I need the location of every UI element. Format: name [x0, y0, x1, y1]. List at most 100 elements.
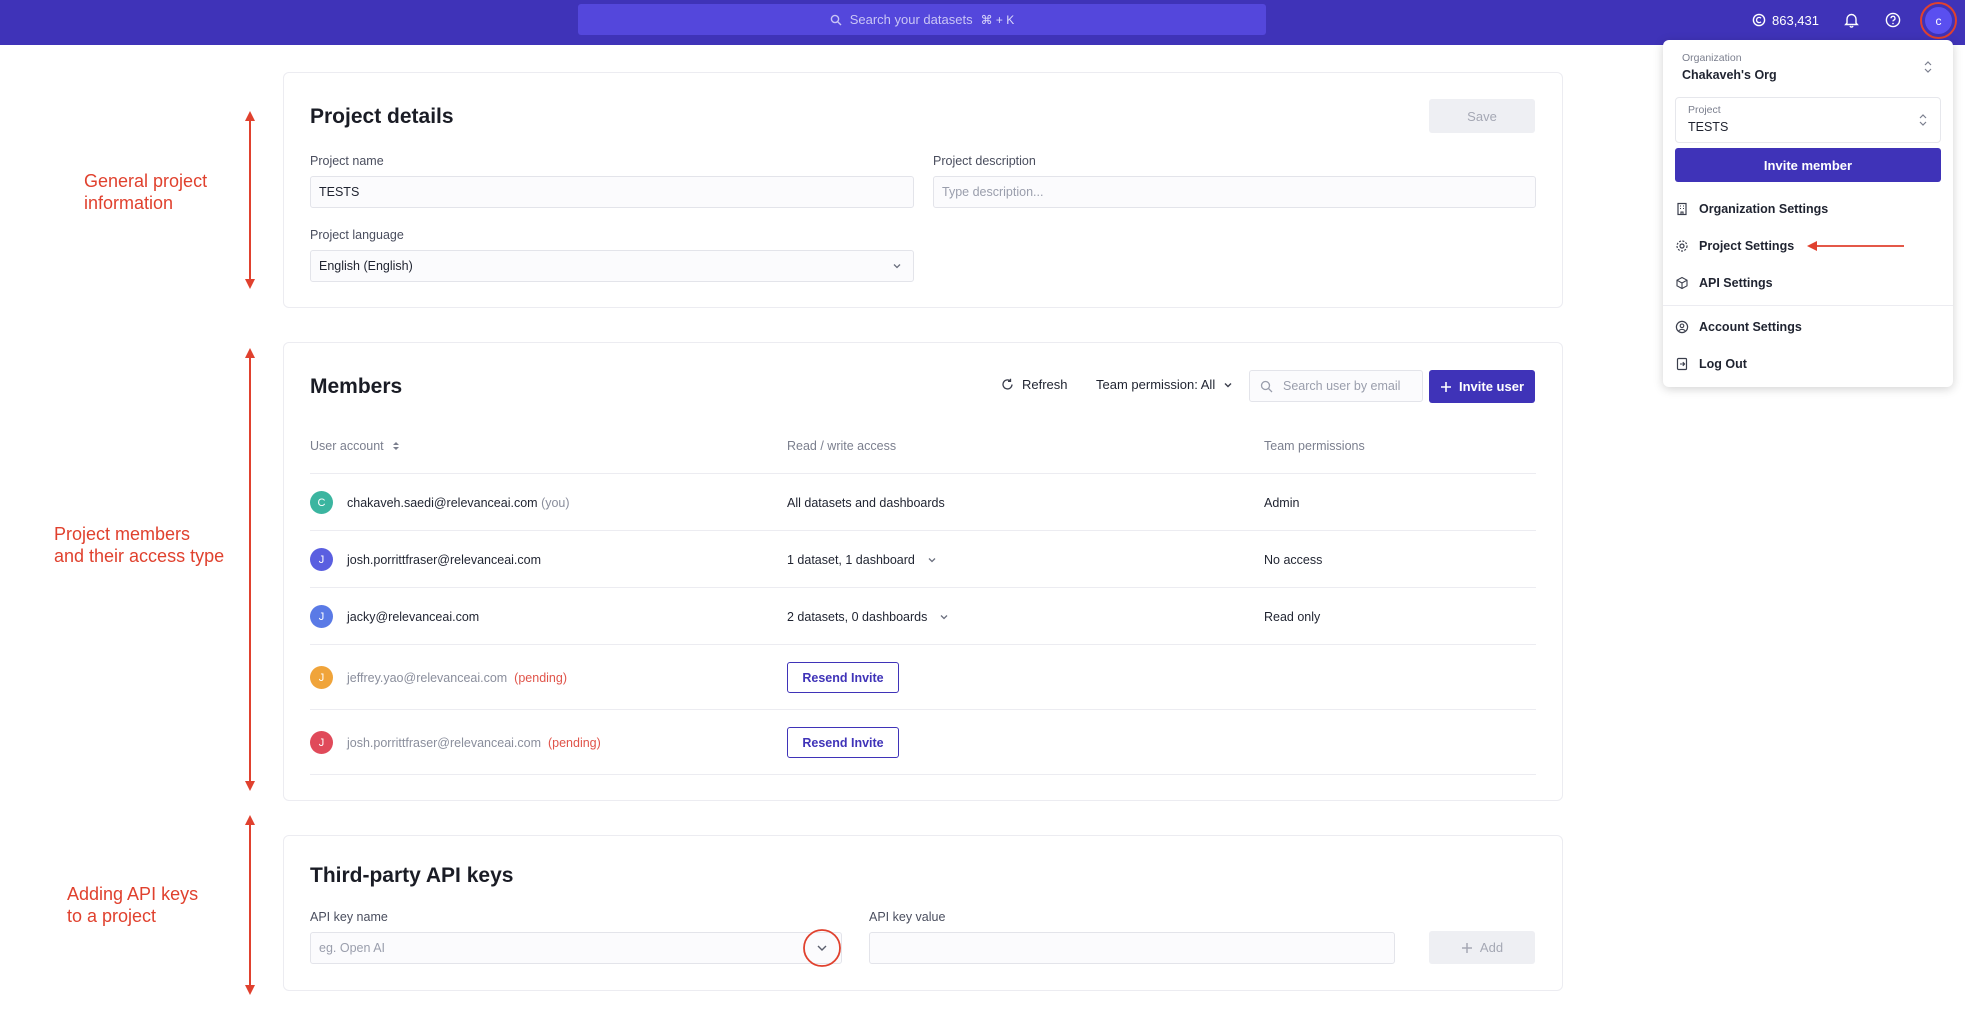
- user-circle-icon: [1675, 320, 1689, 334]
- logout-icon: [1676, 357, 1688, 371]
- organization-switcher[interactable]: Organization Chakaveh's Org: [1675, 48, 1941, 93]
- top-bar: Search your datasets ⌘ + K 863,431 c: [0, 0, 1965, 45]
- sort-icon: [392, 442, 399, 450]
- member-email: josh.porrittfraser@relevanceai.com (pend…: [347, 736, 601, 750]
- menu-item-project-settings[interactable]: Project Settings: [1675, 235, 1794, 257]
- project-description-input[interactable]: Type description...: [933, 176, 1536, 208]
- avatar: C: [310, 491, 333, 514]
- api-key-value-label: API key value: [869, 910, 946, 924]
- member-email: jacky@relevanceai.com: [347, 610, 480, 624]
- team-permission-filter[interactable]: Team permission: All: [1096, 377, 1233, 392]
- project-name-input[interactable]: TESTS: [310, 176, 914, 208]
- project-label: Project: [1688, 104, 1721, 116]
- resend-invite-button[interactable]: Resend Invite: [787, 727, 899, 758]
- project-details-title: Project details: [310, 105, 454, 128]
- member-access-dropdown[interactable]: 1 dataset, 1 dashboard: [787, 553, 937, 567]
- api-key-name-select[interactable]: eg. Open AI: [310, 932, 842, 964]
- chevron-down-icon: [1224, 382, 1232, 387]
- api-key-name-placeholder: eg. Open AI: [319, 941, 386, 955]
- invite-member-button[interactable]: Invite member: [1675, 148, 1941, 182]
- project-switcher[interactable]: Project TESTS: [1675, 97, 1941, 143]
- table-row: J josh.porrittfraser@relevanceai.com 1 d…: [310, 530, 1536, 587]
- organization-value: Chakaveh's Org: [1682, 68, 1777, 82]
- menu-item-log-out[interactable]: Log Out: [1675, 353, 1747, 375]
- team-permission-label: Team permission: All: [1096, 377, 1216, 392]
- api-key-name-label: API key name: [310, 910, 388, 924]
- pending-tag: (pending): [547, 736, 601, 750]
- resend-invite-button[interactable]: Resend Invite: [787, 662, 899, 693]
- invite-user-label: Invite user: [1458, 379, 1525, 394]
- chevron-updown-icon: [1924, 61, 1932, 73]
- table-row: C chakaveh.saedi@relevanceai.com (you) A…: [310, 473, 1536, 530]
- annotation-members: Project members and their access type: [54, 524, 225, 566]
- menu-item-label: Project Settings: [1699, 239, 1795, 253]
- table-row: J jacky@relevanceai.com 2 datasets, 0 da…: [310, 587, 1536, 644]
- you-tag: (you): [541, 496, 570, 510]
- menu-item-label: Account Settings: [1699, 320, 1802, 334]
- avatar: J: [310, 731, 333, 754]
- project-language-value: English (English): [319, 259, 413, 273]
- member-search-placeholder: Search user by email: [1283, 379, 1401, 393]
- invite-user-button[interactable]: Invite user: [1429, 370, 1535, 403]
- member-permission: Read only: [1264, 610, 1321, 624]
- search-placeholder: Search your datasets: [849, 12, 973, 27]
- search-icon: [830, 14, 842, 25]
- member-access: All datasets and dashboards: [787, 496, 945, 510]
- project-description-label: Project description: [933, 154, 1036, 168]
- chevron-updown-icon: [1919, 114, 1927, 126]
- member-email: josh.porrittfraser@relevanceai.com: [347, 553, 542, 567]
- add-api-key-button[interactable]: Add: [1429, 931, 1535, 964]
- credits-value: 863,431: [1772, 12, 1819, 28]
- annotation-arrow: [245, 348, 255, 791]
- annotation-arrow-left: [1807, 241, 1904, 251]
- table-row: J jeffrey.yao@relevanceai.com (pending) …: [310, 644, 1536, 709]
- project-language-select[interactable]: English (English): [310, 250, 914, 282]
- member-access-text: 2 datasets, 0 dashboards: [787, 610, 928, 624]
- menu-item-account-settings[interactable]: Account Settings: [1675, 316, 1802, 338]
- annotation-arrow: [245, 815, 255, 995]
- member-email: jeffrey.yao@relevanceai.com (pending): [347, 671, 567, 685]
- api-keys-title: Third-party API keys: [310, 864, 514, 887]
- member-access-dropdown[interactable]: 2 datasets, 0 dashboards: [787, 610, 949, 624]
- avatar: J: [310, 548, 333, 571]
- column-header-user-account[interactable]: User account: [310, 439, 400, 453]
- chevron-down-icon[interactable]: [802, 928, 842, 968]
- annotation-arrow: [245, 111, 255, 289]
- menu-divider: [1663, 305, 1953, 306]
- project-language-label: Project language: [310, 228, 404, 242]
- member-email-text: jeffrey.yao@relevanceai.com: [347, 671, 508, 685]
- search-icon: [1260, 380, 1273, 392]
- annotation-api: Adding API keys to a project: [67, 884, 199, 926]
- project-value: TESTS: [1688, 120, 1729, 134]
- menu-item-api-settings[interactable]: API Settings: [1675, 272, 1773, 294]
- chevron-down-icon: [928, 558, 936, 563]
- gear-icon: [1676, 240, 1688, 252]
- column-header-label: User account: [310, 439, 384, 453]
- avatar-highlight-circle: [1920, 2, 1957, 39]
- member-email-text: chakaveh.saedi@relevanceai.com: [347, 496, 538, 510]
- chevron-down-icon: [940, 615, 948, 620]
- menu-item-organization-settings[interactable]: Organization Settings: [1675, 198, 1828, 220]
- help-icon[interactable]: [1882, 9, 1904, 31]
- avatar: J: [310, 605, 333, 628]
- avatar: J: [310, 666, 333, 689]
- api-key-value-input[interactable]: [869, 932, 1395, 964]
- annotation-general: General project information: [84, 171, 208, 213]
- members-card: Members Refresh Team permission: All Sea…: [283, 342, 1563, 801]
- dataset-search-bar[interactable]: Search your datasets ⌘ + K: [578, 4, 1266, 35]
- column-header-team-permissions: Team permissions: [1264, 439, 1365, 453]
- menu-item-label: Organization Settings: [1699, 202, 1829, 216]
- menu-item-label: API Settings: [1699, 276, 1773, 290]
- member-search-input[interactable]: Search user by email: [1249, 370, 1423, 402]
- credits-icon: [1752, 13, 1766, 27]
- project-name-label: Project name: [310, 154, 384, 168]
- refresh-icon: [1002, 378, 1013, 390]
- member-permission: No access: [1264, 553, 1323, 567]
- pending-tag: (pending): [514, 671, 567, 685]
- member-email: chakaveh.saedi@relevanceai.com (you): [347, 496, 570, 510]
- bell-icon[interactable]: [1840, 9, 1862, 31]
- refresh-button[interactable]: Refresh: [1001, 377, 1068, 392]
- save-button[interactable]: Save: [1429, 99, 1535, 133]
- organization-label: Organization: [1682, 52, 1742, 64]
- credits-counter[interactable]: 863,431: [1752, 0, 1819, 40]
